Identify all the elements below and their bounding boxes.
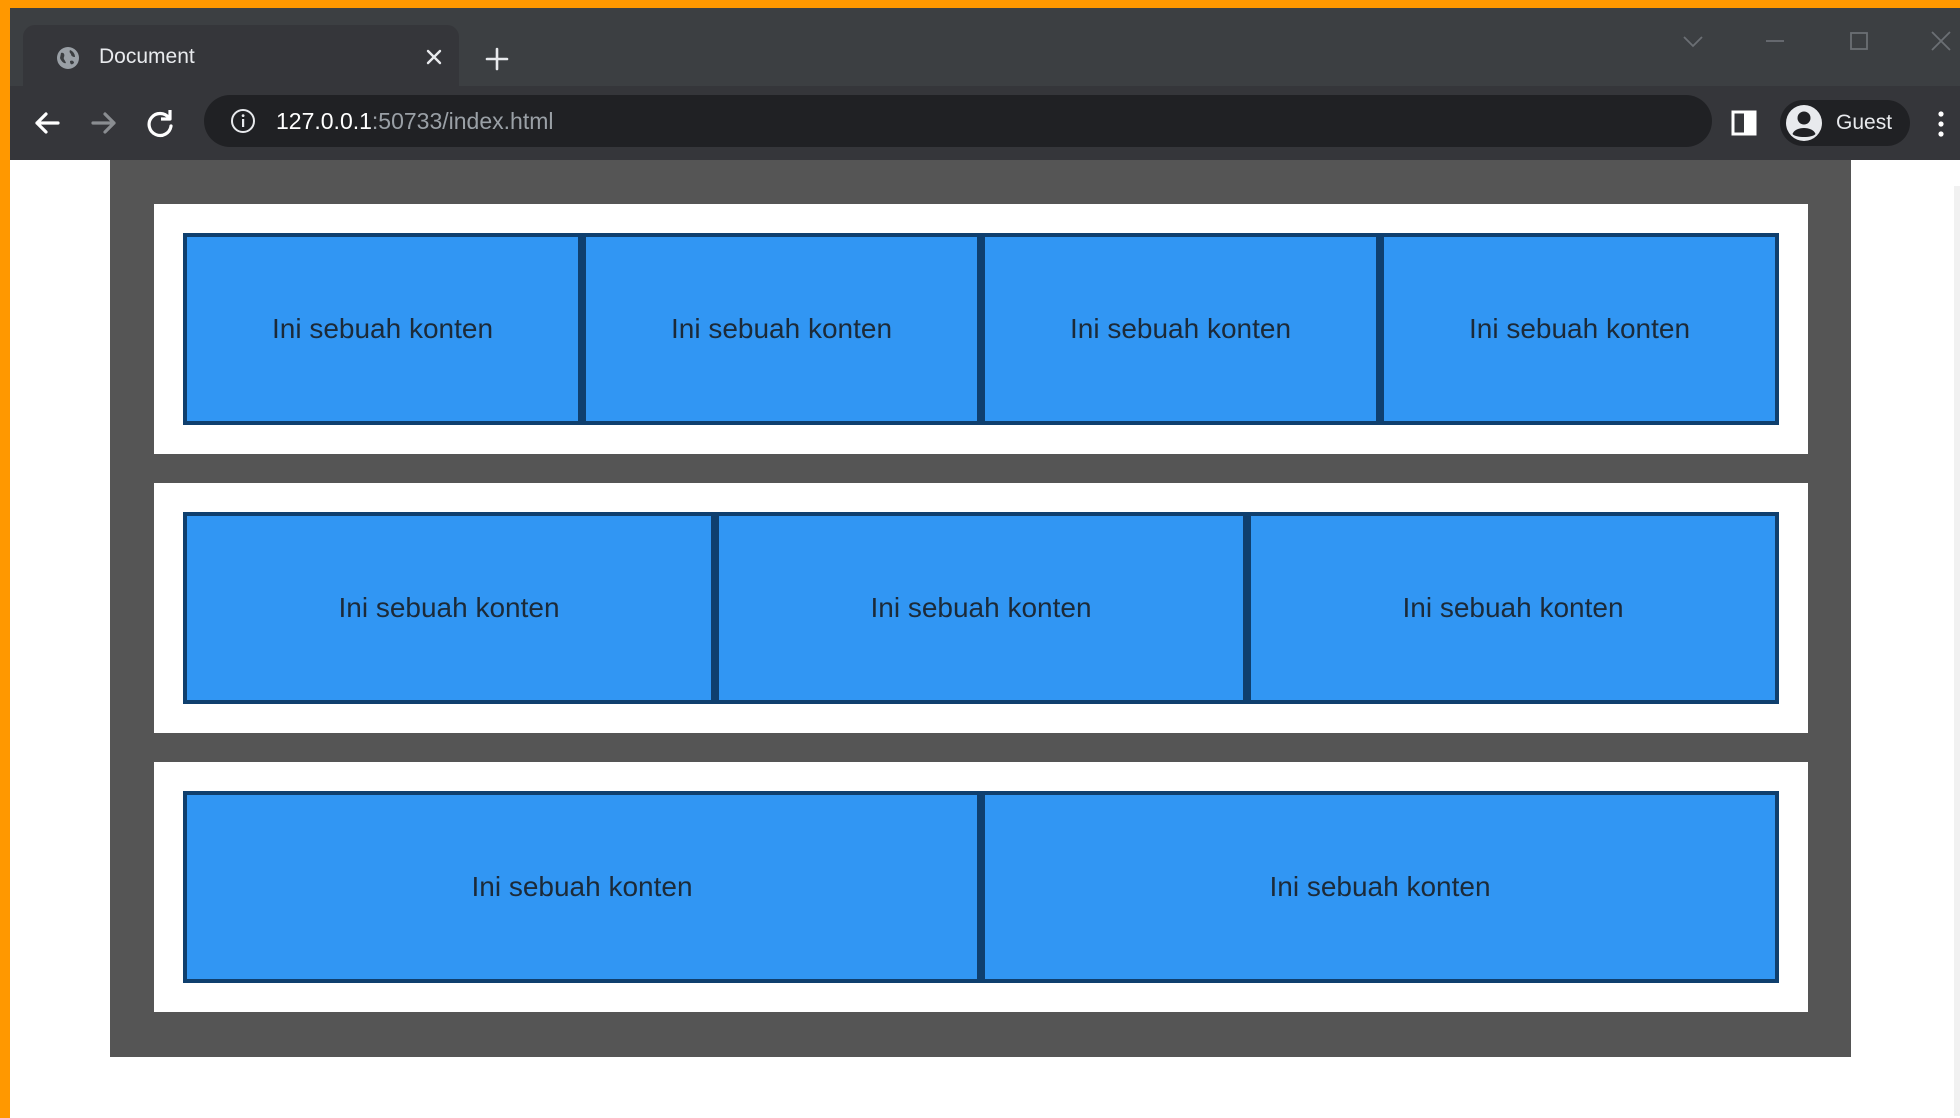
tab-strip: Document [10,8,1960,87]
side-panel-icon[interactable] [1730,109,1758,137]
content-box: Ini sebuah konten [1247,512,1779,704]
info-icon[interactable] [230,108,256,134]
url-text[interactable]: 127.0.0.1:50733/index.html [276,108,554,135]
minimize-icon[interactable] [1762,28,1788,54]
content-box: Ini sebuah konten [183,791,981,983]
content-box: Ini sebuah konten [183,512,715,704]
reload-icon[interactable] [143,106,177,140]
arrow-right-icon[interactable] [87,106,121,140]
browser-toolbar: 127.0.0.1:50733/index.html Guest [10,86,1960,160]
content-box: Ini sebuah konten [582,233,981,425]
plus-icon[interactable] [483,45,511,73]
profile-label: Guest [1836,111,1893,134]
content-box: Ini sebuah konten [981,791,1779,983]
scrollbar[interactable] [1954,186,1960,1116]
content-box: Ini sebuah konten [715,512,1247,704]
close-icon[interactable] [1928,28,1954,54]
globe-icon [57,47,79,69]
tab-close-icon[interactable] [425,48,443,66]
url-path: :50733/index.html [371,108,554,134]
content-box: Ini sebuah konten [1380,233,1779,425]
maximize-icon[interactable] [1846,28,1872,54]
chevron-down-icon[interactable] [1680,28,1706,54]
address-bar[interactable]: 127.0.0.1:50733/index.html [204,95,1712,147]
arrow-left-icon[interactable] [30,106,64,140]
tab-document[interactable]: Document [23,25,459,87]
row-two-columns: Ini sebuah konten Ini sebuah konten [154,762,1808,1012]
page-container: Ini sebuah konten Ini sebuah konten Ini … [110,160,1851,1057]
browser-window: Document 127.0.0.1:50733/index.html Gues… [10,8,1960,1118]
url-host: 127.0.0.1 [276,108,372,134]
tab-title: Document [99,45,195,68]
content-box: Ini sebuah konten [183,233,582,425]
content-box: Ini sebuah konten [981,233,1380,425]
more-vertical-icon[interactable] [1930,108,1952,140]
row-four-columns: Ini sebuah konten Ini sebuah konten Ini … [154,204,1808,454]
profile-button[interactable]: Guest [1780,100,1910,146]
avatar-icon [1786,105,1822,141]
row-three-columns: Ini sebuah konten Ini sebuah konten Ini … [154,483,1808,733]
page-viewport: Ini sebuah konten Ini sebuah konten Ini … [10,160,1960,1118]
